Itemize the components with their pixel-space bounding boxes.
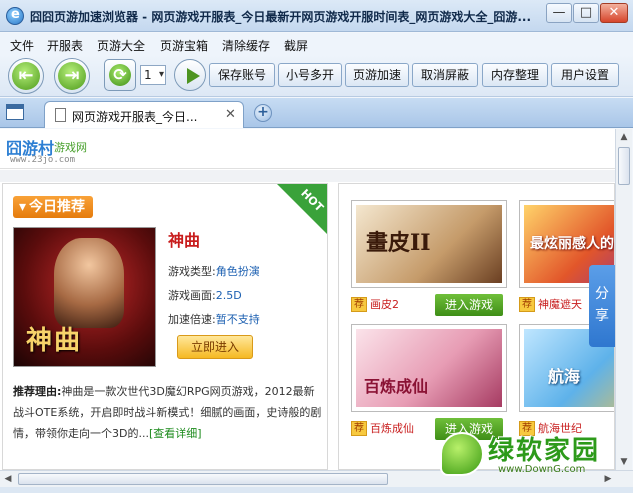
window-count-select[interactable]: 1 bbox=[140, 65, 166, 85]
close-button[interactable]: ✕ bbox=[600, 3, 628, 23]
unblock-button[interactable]: 取消屏蔽 bbox=[412, 63, 478, 87]
recommend-tag: 荐 bbox=[519, 296, 535, 312]
game-accelerate-button[interactable]: 页游加速 bbox=[345, 63, 409, 87]
scroll-up-icon[interactable]: ▲ bbox=[617, 129, 631, 145]
web-content: 囧游村 游戏网 www.23jo.com 今日推荐 HOT 神曲 神曲 游戏类型… bbox=[0, 129, 615, 470]
list-item: 荐神魔遮天 bbox=[519, 296, 582, 312]
list-item: 荐画皮2 bbox=[351, 296, 399, 312]
game-grid: 畫皮II 荐画皮2 进入游戏 最炫丽感人的 荐神魔遮天 百炼成仙 荐百炼成仙 进… bbox=[338, 183, 615, 470]
memory-cleanup-button[interactable]: 内存整理 bbox=[482, 63, 548, 87]
new-tab-icon[interactable]: + bbox=[254, 104, 272, 122]
vertical-scroll-thumb[interactable] bbox=[618, 147, 630, 185]
play-icon bbox=[187, 68, 200, 84]
game-speed-line: 加速倍速:暂不支持 bbox=[168, 311, 260, 327]
status-bar bbox=[0, 487, 633, 493]
menu-bar: 文件 开服表 页游大全 页游宝箱 清除缓存 截屏 bbox=[0, 33, 633, 55]
reason-label: 推荐理由: bbox=[13, 385, 62, 398]
today-recommend-badge: 今日推荐 bbox=[13, 196, 93, 218]
recommend-reason: 推荐理由:神曲是一款次世代3D魔幻RPG网页游戏，2012最新战斗OTE系统，开… bbox=[13, 381, 323, 444]
thumb-title: 最炫丽感人的 bbox=[530, 236, 614, 252]
header-divider bbox=[0, 170, 615, 182]
game-speed-label: 加速倍速: bbox=[168, 313, 216, 326]
minimize-button[interactable]: — bbox=[546, 3, 572, 23]
scroll-left-icon[interactable]: ◀ bbox=[0, 471, 16, 487]
watermark-url: www.DownG.com bbox=[498, 464, 586, 475]
tab-server-list[interactable]: 网页游戏开服表_今日... ✕ bbox=[44, 101, 244, 128]
thumb-title: 畫皮II bbox=[366, 230, 431, 256]
user-settings-button[interactable]: 用户设置 bbox=[551, 63, 619, 87]
share-button[interactable]: 分享 bbox=[589, 265, 615, 347]
game-graphics-value: 2.5D bbox=[215, 289, 242, 302]
game-link[interactable]: 神魔遮天 bbox=[538, 298, 582, 311]
menu-server-list[interactable]: 开服表 bbox=[47, 37, 83, 54]
window-title: 囧囧页游加速浏览器 - 网页游戏开服表_今日最新开网页游戏开服时间表_网页游戏大… bbox=[30, 10, 530, 24]
menu-screenshot[interactable]: 截屏 bbox=[284, 37, 308, 54]
list-item: 荐百炼成仙 bbox=[351, 420, 414, 436]
enter-game-button[interactable]: 进入游戏 bbox=[435, 294, 503, 316]
leaf-logo-icon bbox=[440, 432, 484, 476]
cover-character bbox=[54, 238, 124, 328]
game-image: 百炼成仙 bbox=[356, 329, 502, 407]
menu-clear-cache[interactable]: 清除缓存 bbox=[222, 37, 270, 54]
go-button[interactable] bbox=[174, 59, 206, 91]
toolbar: ⇤ ⇥ ⟳ 1 保存账号 小号多开 页游加速 取消屏蔽 内存整理 用户设置 bbox=[0, 55, 633, 97]
watermark-name: 绿软家园 bbox=[488, 436, 601, 466]
thumb-title: 百炼成仙 bbox=[364, 377, 429, 396]
game-thumbnail[interactable]: 百炼成仙 bbox=[351, 324, 507, 412]
featured-game-name[interactable]: 神曲 bbox=[168, 227, 200, 251]
thumb-title: 航海 bbox=[548, 367, 581, 386]
featured-game-cover[interactable]: 神曲 bbox=[13, 227, 156, 367]
forward-button[interactable]: ⇥ bbox=[54, 58, 90, 94]
vertical-scrollbar[interactable]: ▲ ▼ bbox=[615, 129, 632, 470]
refresh-icon: ⟳ bbox=[109, 64, 131, 86]
title-bar: 囧囧页游加速浏览器 - 网页游戏开服表_今日最新开网页游戏开服时间表_网页游戏大… bbox=[0, 0, 633, 32]
game-type-label: 游戏类型: bbox=[168, 265, 216, 278]
game-speed-value: 暂不支持 bbox=[215, 313, 260, 326]
game-graphics-label: 游戏画面: bbox=[168, 289, 216, 302]
watermark: 绿软家园 www.DownG.com bbox=[440, 430, 630, 486]
browser-logo-icon bbox=[6, 7, 24, 25]
back-button[interactable]: ⇤ bbox=[8, 58, 44, 94]
tab-bar: 网页游戏开服表_今日... ✕ + bbox=[0, 98, 633, 128]
game-graphics-line: 游戏画面:2.5D bbox=[168, 287, 242, 303]
site-url: www.23jo.com bbox=[10, 155, 76, 165]
refresh-button[interactable]: ⟳ bbox=[104, 59, 136, 91]
maximize-button[interactable]: □ bbox=[573, 3, 599, 23]
featured-panel: 今日推荐 HOT 神曲 神曲 游戏类型:角色扮演 游戏画面:2.5D 加速倍速:… bbox=[2, 183, 328, 470]
forward-arrow-icon: ⇥ bbox=[58, 62, 86, 90]
multi-account-button[interactable]: 小号多开 bbox=[278, 63, 342, 87]
save-account-button[interactable]: 保存账号 bbox=[209, 63, 275, 87]
menu-game-treasure[interactable]: 页游宝箱 bbox=[160, 37, 208, 54]
menu-game-directory[interactable]: 页游大全 bbox=[97, 37, 145, 54]
site-logo-sub: 游戏网 bbox=[54, 141, 87, 154]
page-icon bbox=[55, 108, 66, 122]
recommend-tag: 荐 bbox=[351, 296, 367, 312]
tab-label: 网页游戏开服表_今日... bbox=[72, 110, 198, 124]
game-link[interactable]: 百炼成仙 bbox=[370, 422, 414, 435]
game-image: 畫皮II bbox=[356, 205, 502, 283]
game-link[interactable]: 画皮2 bbox=[370, 298, 399, 311]
game-thumbnail[interactable]: 畫皮II bbox=[351, 200, 507, 288]
cover-title: 神曲 bbox=[26, 326, 83, 356]
view-details-link[interactable]: [查看详细] bbox=[149, 427, 202, 440]
tab-close-icon[interactable]: ✕ bbox=[225, 107, 236, 122]
enter-now-button[interactable]: 立即进入 bbox=[177, 335, 253, 359]
recommend-tag: 荐 bbox=[351, 420, 367, 436]
tab-list-icon[interactable] bbox=[6, 104, 24, 120]
site-header: 囧游村 游戏网 www.23jo.com bbox=[0, 129, 615, 169]
game-type-line: 游戏类型:角色扮演 bbox=[168, 263, 260, 279]
game-type-value: 角色扮演 bbox=[215, 265, 260, 278]
menu-file[interactable]: 文件 bbox=[10, 37, 34, 54]
back-arrow-icon: ⇤ bbox=[12, 62, 40, 90]
horizontal-scroll-thumb[interactable] bbox=[18, 473, 388, 485]
